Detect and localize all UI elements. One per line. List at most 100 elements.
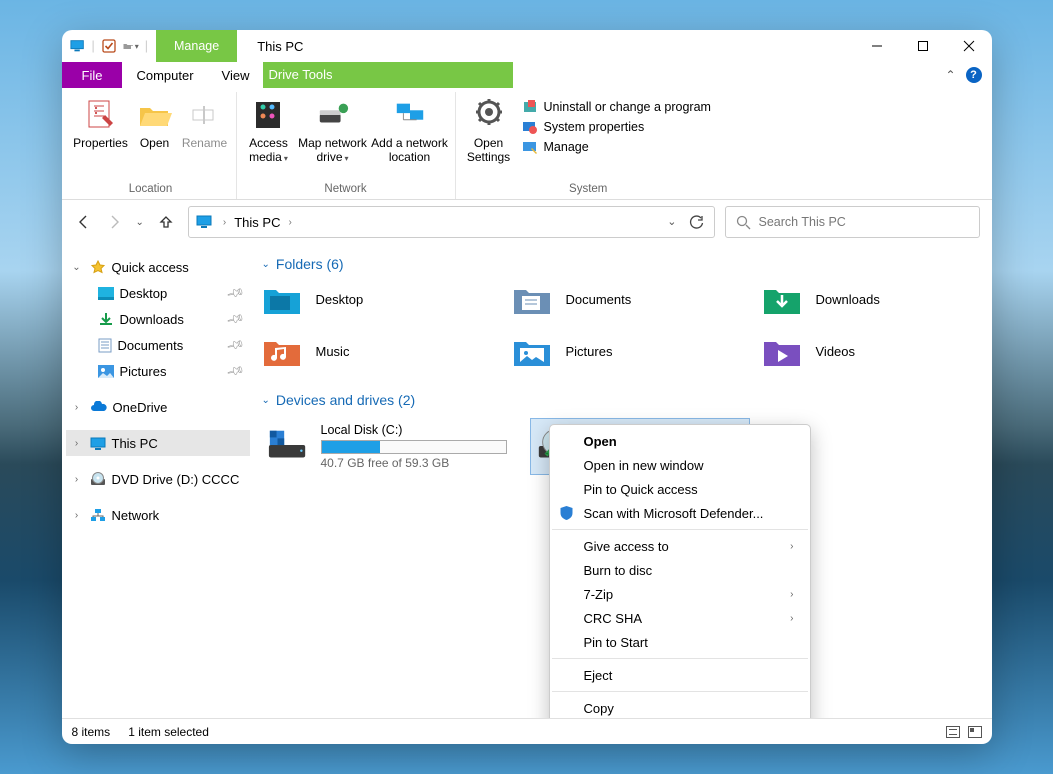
minimize-button[interactable] bbox=[854, 30, 900, 62]
close-button[interactable] bbox=[946, 30, 992, 62]
ribbon-tabs: File Computer View Drive Tools ⌃ ? bbox=[62, 62, 992, 88]
cloud-icon bbox=[90, 401, 107, 413]
uninstall-icon bbox=[522, 100, 538, 114]
search-input[interactable]: Search This PC bbox=[725, 206, 980, 238]
sidebar-item-dvd[interactable]: › DVD Drive (D:) CCCC bbox=[66, 466, 250, 492]
ctx-open-new-window[interactable]: Open in new window bbox=[550, 453, 810, 477]
uninstall-program-button[interactable]: Uninstall or change a program bbox=[522, 100, 711, 114]
recent-locations-button[interactable]: ⌄ bbox=[136, 217, 144, 228]
sidebar-item-onedrive[interactable]: › OneDrive bbox=[66, 394, 250, 420]
context-menu: Open Open in new window Pin to Quick acc… bbox=[549, 424, 811, 718]
up-button[interactable] bbox=[158, 214, 174, 230]
refresh-button[interactable] bbox=[689, 215, 704, 230]
pin-icon: 📌︎ bbox=[226, 309, 246, 329]
sidebar-item-pictures[interactable]: Pictures 📌︎ bbox=[66, 358, 250, 384]
nav-row: ⌄ › This PC › ⌄ Search This PC bbox=[62, 200, 992, 244]
ribbon-group-location: Properties Open Rename Location bbox=[66, 92, 237, 199]
ribbon-group-label: System bbox=[462, 181, 715, 199]
checkmark-icon[interactable] bbox=[101, 39, 117, 53]
manage-button[interactable]: Manage bbox=[522, 140, 711, 154]
collapse-ribbon-icon[interactable]: ⌃ bbox=[945, 68, 955, 82]
ribbon-group-label: Location bbox=[72, 181, 230, 199]
computer-tab[interactable]: Computer bbox=[122, 62, 207, 88]
drive-name: Local Disk (C:) bbox=[321, 423, 507, 437]
ctx-7zip[interactable]: 7-Zip› bbox=[550, 582, 810, 606]
sidebar-item-network[interactable]: › Network bbox=[66, 502, 250, 528]
desktop-folder-icon bbox=[262, 282, 302, 316]
pictures-icon bbox=[98, 365, 114, 378]
search-placeholder: Search This PC bbox=[759, 215, 846, 229]
large-icons-view-button[interactable] bbox=[968, 726, 982, 738]
folder-desktop[interactable]: Desktop bbox=[262, 282, 512, 316]
folder-videos[interactable]: Videos bbox=[762, 334, 962, 368]
open-folder-icon bbox=[138, 98, 172, 132]
sidebar-label: Desktop bbox=[120, 286, 168, 301]
network-drive-icon bbox=[316, 98, 350, 132]
documents-folder-icon bbox=[512, 282, 552, 316]
map-network-drive-button[interactable]: Map network drive▾ bbox=[297, 96, 369, 176]
add-network-location-button[interactable]: Add a network location bbox=[371, 96, 449, 176]
forward-button[interactable] bbox=[106, 214, 122, 230]
help-icon[interactable]: ? bbox=[966, 67, 982, 83]
sidebar-item-documents[interactable]: Documents 📌︎ bbox=[66, 332, 250, 358]
ctx-eject[interactable]: Eject bbox=[550, 663, 810, 687]
ctx-give-access-to[interactable]: Give access to› bbox=[550, 534, 810, 558]
desktop-icon bbox=[98, 287, 114, 300]
disc-icon bbox=[90, 472, 106, 487]
drive-free-text: 40.7 GB free of 59.3 GB bbox=[321, 456, 507, 470]
pin-icon: 📌︎ bbox=[226, 335, 246, 355]
sidebar-item-this-pc[interactable]: › This PC bbox=[66, 430, 250, 456]
monitor-icon bbox=[70, 39, 86, 53]
sidebar-item-quick-access[interactable]: ⌄ Quick access bbox=[66, 254, 250, 280]
shield-icon bbox=[558, 505, 576, 521]
breadcrumb-this-pc[interactable]: This PC bbox=[234, 215, 280, 230]
media-server-icon bbox=[252, 98, 286, 132]
sidebar-item-desktop[interactable]: Desktop 📌︎ bbox=[66, 280, 250, 306]
drive-tools-tab[interactable]: Drive Tools bbox=[263, 62, 513, 88]
ctx-copy[interactable]: Copy bbox=[550, 696, 810, 718]
open-button[interactable]: Open bbox=[132, 96, 178, 176]
content-area: ⌄Folders (6) Desktop Documents Downloads bbox=[254, 244, 992, 718]
sidebar-item-downloads[interactable]: Downloads 📌︎ bbox=[66, 306, 250, 332]
properties-icon bbox=[84, 98, 118, 132]
downloads-folder-icon bbox=[762, 282, 802, 316]
properties-button[interactable]: Properties bbox=[72, 96, 130, 176]
ribbon-group-system: Open Settings Uninstall or change a prog… bbox=[456, 92, 721, 199]
documents-icon bbox=[98, 338, 112, 353]
star-icon bbox=[90, 260, 106, 274]
sidebar-label: OneDrive bbox=[113, 400, 168, 415]
view-tab[interactable]: View bbox=[208, 62, 264, 88]
ctx-pin-quick-access[interactable]: Pin to Quick access bbox=[550, 477, 810, 501]
ribbon-group-label: Network bbox=[243, 181, 449, 199]
status-bar: 8 items 1 item selected bbox=[62, 718, 992, 744]
file-tab[interactable]: File bbox=[62, 62, 123, 88]
sidebar-label: DVD Drive (D:) CCCC bbox=[112, 472, 240, 487]
address-dropdown-icon[interactable]: ⌄ bbox=[667, 215, 676, 230]
address-bar[interactable]: › This PC › ⌄ bbox=[188, 206, 715, 238]
group-header-folders[interactable]: ⌄Folders (6) bbox=[260, 250, 982, 282]
sidebar-label: Pictures bbox=[120, 364, 167, 379]
system-properties-button[interactable]: System properties bbox=[522, 120, 711, 134]
monitor-icon bbox=[195, 214, 215, 230]
folder-dropdown-icon[interactable]: ▾ bbox=[123, 39, 139, 53]
ctx-burn-to-disc[interactable]: Burn to disc bbox=[550, 558, 810, 582]
sidebar-label: Documents bbox=[118, 338, 184, 353]
ctx-pin-to-start[interactable]: Pin to Start bbox=[550, 630, 810, 654]
monitor-icon bbox=[90, 437, 106, 450]
folder-pictures[interactable]: Pictures bbox=[512, 334, 762, 368]
folder-music[interactable]: Music bbox=[262, 334, 512, 368]
manage-context-tab[interactable]: Manage bbox=[156, 30, 237, 62]
details-view-button[interactable] bbox=[946, 726, 960, 738]
open-settings-button[interactable]: Open Settings bbox=[462, 96, 516, 176]
ribbon-group-network: Access media▾ Map network drive▾ Add a n… bbox=[237, 92, 456, 199]
group-header-drives[interactable]: ⌄Devices and drives (2) bbox=[260, 386, 982, 418]
ctx-crc-sha[interactable]: CRC SHA› bbox=[550, 606, 810, 630]
back-button[interactable] bbox=[76, 214, 92, 230]
access-media-button[interactable]: Access media▾ bbox=[243, 96, 295, 176]
ctx-open[interactable]: Open bbox=[550, 429, 810, 453]
folder-downloads[interactable]: Downloads bbox=[762, 282, 962, 316]
maximize-button[interactable] bbox=[900, 30, 946, 62]
drive-local-c[interactable]: Local Disk (C:) 40.7 GB free of 59.3 GB bbox=[262, 418, 512, 475]
folder-documents[interactable]: Documents bbox=[512, 282, 762, 316]
ctx-defender-scan[interactable]: Scan with Microsoft Defender... bbox=[550, 501, 810, 525]
